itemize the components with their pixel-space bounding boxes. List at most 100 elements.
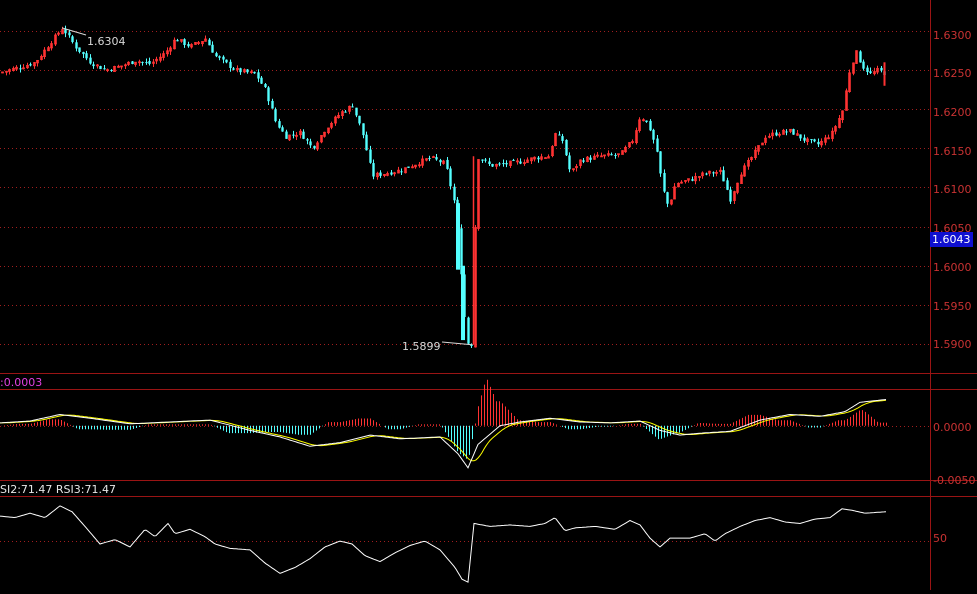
candle-body-down <box>456 203 460 270</box>
price-tick-label: 1.6200 <box>933 106 972 119</box>
candle-body-down <box>481 159 484 161</box>
candle-body-down <box>866 67 869 73</box>
macd-value-label: :0.0003 <box>0 376 43 389</box>
candle-body-down <box>390 172 393 175</box>
candle-body-down <box>302 131 305 139</box>
candle-body-down <box>502 163 505 165</box>
candle-body-down <box>652 129 655 140</box>
candle-body-down <box>610 154 613 156</box>
macd-tick-label: -0.0050 <box>933 474 976 487</box>
candle-body-down <box>257 72 260 79</box>
forex-chart-window[interactable]: 1.6300 1.6250 1.6200 1.6150 1.6100 1.605… <box>0 0 977 590</box>
current-price-tag: 1.6043 <box>930 232 973 247</box>
candle-body-down <box>218 56 221 58</box>
candle-body-down <box>274 109 277 122</box>
chart-canvas[interactable] <box>0 0 977 590</box>
candle-body-down <box>239 68 242 73</box>
candle-body-down <box>561 136 564 141</box>
candle-body-down <box>89 57 92 64</box>
candle-body-down <box>491 164 494 167</box>
candle-body-down <box>225 59 228 63</box>
candle-body-down <box>659 151 662 174</box>
candle-body-down <box>488 161 491 164</box>
candle-body-down <box>208 39 211 46</box>
candle-body-down <box>729 189 732 202</box>
candle-body-down <box>862 61 865 69</box>
candle-body-down <box>379 172 382 176</box>
candle-body-down <box>453 186 456 201</box>
candle-body-down <box>85 53 88 59</box>
candle-body-down <box>365 134 368 151</box>
macd-dif-line <box>0 399 887 469</box>
candle-body-down <box>103 68 106 70</box>
candle-body-down <box>246 69 249 73</box>
candle-body-down <box>271 100 274 109</box>
candle-body-down <box>712 172 715 174</box>
candle-body-down <box>519 161 522 164</box>
candle-body-down <box>253 71 256 74</box>
price-tick-label: 1.6150 <box>933 145 972 158</box>
candle-body-down <box>183 39 186 46</box>
price-tick-label: 1.6250 <box>933 67 972 80</box>
candle-body-down <box>565 139 568 156</box>
candle-body-down <box>278 121 281 128</box>
candle-body-down <box>435 157 438 160</box>
candle-body-down <box>656 138 659 152</box>
candle-body-down <box>176 40 179 42</box>
rsi-value-label: SI2:71.47 RSI3:71.47 <box>0 483 116 496</box>
candle-body-down <box>211 44 214 53</box>
candle-body-down <box>810 139 813 141</box>
candle-body-down <box>362 123 365 136</box>
candle-body-down <box>498 163 501 165</box>
candle-body-down <box>880 67 883 71</box>
candle-body-down <box>285 131 288 139</box>
candle-body-down <box>344 111 347 113</box>
candle-body-down <box>803 137 806 141</box>
candle-body-down <box>292 134 295 136</box>
candle-body-down <box>267 87 270 102</box>
candle-body-down <box>817 141 820 145</box>
candle-body-down <box>461 265 465 341</box>
candle-body-down <box>869 71 872 74</box>
price-tick-label: 1.6300 <box>933 29 972 42</box>
panel-frames <box>0 0 977 590</box>
price-tick-label: 1.6000 <box>933 261 972 274</box>
candle-body-down <box>589 157 592 160</box>
candle-body-down <box>645 120 648 122</box>
price-candles <box>1 25 886 348</box>
candle-body-down <box>306 139 309 141</box>
candle-body-down <box>813 139 816 142</box>
candle-body-down <box>446 159 449 169</box>
candle-body-down <box>726 180 729 190</box>
candle-body-down <box>260 77 263 84</box>
candle-body-down <box>859 51 862 63</box>
candle-body-down <box>666 192 669 204</box>
high-low-leaders <box>61 27 473 346</box>
candle-body-down <box>145 62 148 64</box>
rsi-tick-label: 50 <box>933 532 947 545</box>
candle-body-down <box>582 160 585 162</box>
candle-body-down <box>467 317 470 344</box>
candle-body-down <box>355 107 358 116</box>
candle-body-down <box>505 163 508 165</box>
candle-body-down <box>229 61 232 68</box>
candle-body-down <box>222 56 225 60</box>
candle-body-down <box>775 132 778 136</box>
candle-body-down <box>232 68 235 70</box>
candle-body-down <box>82 52 85 55</box>
candle-body-down <box>722 170 725 182</box>
candle-body-down <box>400 171 403 173</box>
candle-body-down <box>428 158 431 160</box>
price-tick-label: 1.6100 <box>933 183 972 196</box>
macd-histogram <box>1 379 887 459</box>
candle-body-down <box>264 84 267 88</box>
candle-body-down <box>141 61 144 63</box>
low-price-label: 1.5899 <box>402 340 441 353</box>
candle-body-down <box>705 173 708 175</box>
candle-body-down <box>558 134 561 136</box>
candle-body-down <box>785 131 788 133</box>
high-price-label: 1.6304 <box>87 35 126 48</box>
candle-body-down <box>110 69 113 71</box>
candle-body-down <box>92 64 95 67</box>
candle-body-down <box>29 64 32 66</box>
